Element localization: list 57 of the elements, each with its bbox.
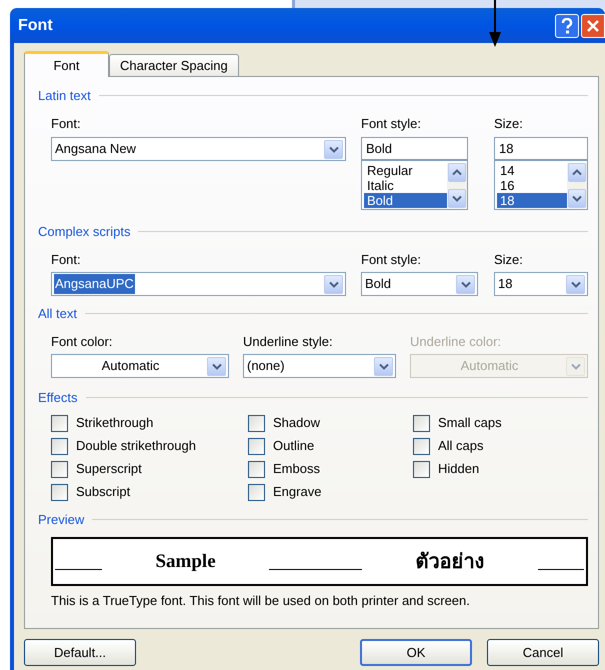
text-field[interactable]: 18 xyxy=(494,137,588,160)
list-item[interactable]: 14 xyxy=(497,163,567,178)
list-item[interactable]: Italic xyxy=(364,178,447,193)
tab[interactable]: Character Spacing xyxy=(109,54,239,76)
list-item[interactable]: 18 xyxy=(497,193,567,208)
tab[interactable]: Font xyxy=(24,51,109,77)
field-label: Font style: xyxy=(361,250,422,269)
dropdown-field[interactable]: (none) xyxy=(243,354,396,378)
checkbox-option[interactable]: Engrave xyxy=(248,484,322,500)
checkbox-option[interactable]: Hidden xyxy=(413,460,480,478)
section-heading: Complex scripts xyxy=(38,223,130,241)
field-label: Underline color: xyxy=(410,332,502,350)
field-value: Automatic xyxy=(100,357,160,376)
dialog-button[interactable]: OK xyxy=(360,639,472,666)
preview-sample: Sample xyxy=(155,552,216,572)
dropdown-field[interactable]: Automatic xyxy=(51,354,229,378)
field-label: Font color: xyxy=(51,332,114,350)
preview-sample: ตัวอย่าง xyxy=(416,550,485,572)
dropdown-field[interactable]: Bold xyxy=(361,272,478,296)
field-value: Bold xyxy=(364,275,392,294)
list-item[interactable]: Regular xyxy=(364,163,447,178)
field-label: Size: xyxy=(494,114,524,132)
section-heading: All text xyxy=(38,305,78,323)
checkbox-option[interactable]: Double strikethrough xyxy=(51,438,196,454)
checkbox-option[interactable]: Shadow xyxy=(248,414,320,432)
dropdown-field[interactable]: Angsana New xyxy=(51,137,346,161)
list-item[interactable]: 16 xyxy=(497,178,567,193)
section-heading: Effects xyxy=(38,389,78,407)
preview-note: This is a TrueType font. This font will be used on both printer and screen. xyxy=(51,592,471,610)
field-value: (none) xyxy=(246,357,286,376)
dropdown-field[interactable]: AngsanaUPC xyxy=(51,272,346,296)
checkbox-option[interactable]: All caps xyxy=(413,438,484,454)
checkbox-option[interactable]: Subscript xyxy=(51,484,130,500)
list-item[interactable]: Bold xyxy=(364,193,447,208)
section-heading: Preview xyxy=(38,510,84,528)
checkbox-option[interactable]: Strikethrough xyxy=(51,414,154,432)
dialog-button[interactable]: Default... xyxy=(24,639,136,666)
field-label: Font style: xyxy=(361,114,422,133)
dropdown-field[interactable]: 18 xyxy=(494,272,588,296)
list-box[interactable]: 14 16 18 xyxy=(494,160,588,210)
field-label: Font: xyxy=(51,250,82,268)
field-label: Size: xyxy=(494,250,524,268)
checkbox-option[interactable]: Superscript xyxy=(51,460,142,478)
checkbox-option[interactable]: Emboss xyxy=(248,460,320,478)
field-value: AngsanaUPC xyxy=(54,274,135,294)
text-field[interactable]: Bold xyxy=(361,137,468,160)
window-title: Font xyxy=(18,16,54,36)
list-box[interactable]: Regular Italic Bold xyxy=(361,160,468,210)
dialog-button[interactable]: Cancel xyxy=(487,639,599,666)
field-label: Underline style: xyxy=(243,332,334,351)
field-value: 18 xyxy=(497,275,514,294)
field-value: Angsana New xyxy=(54,140,137,158)
field-label: Font: xyxy=(51,114,82,132)
checkbox-option[interactable]: Outline xyxy=(248,438,314,454)
checkbox-option[interactable]: Small caps xyxy=(413,414,502,432)
field-value: Automatic xyxy=(460,357,520,376)
section-heading: Latin text xyxy=(38,87,91,105)
